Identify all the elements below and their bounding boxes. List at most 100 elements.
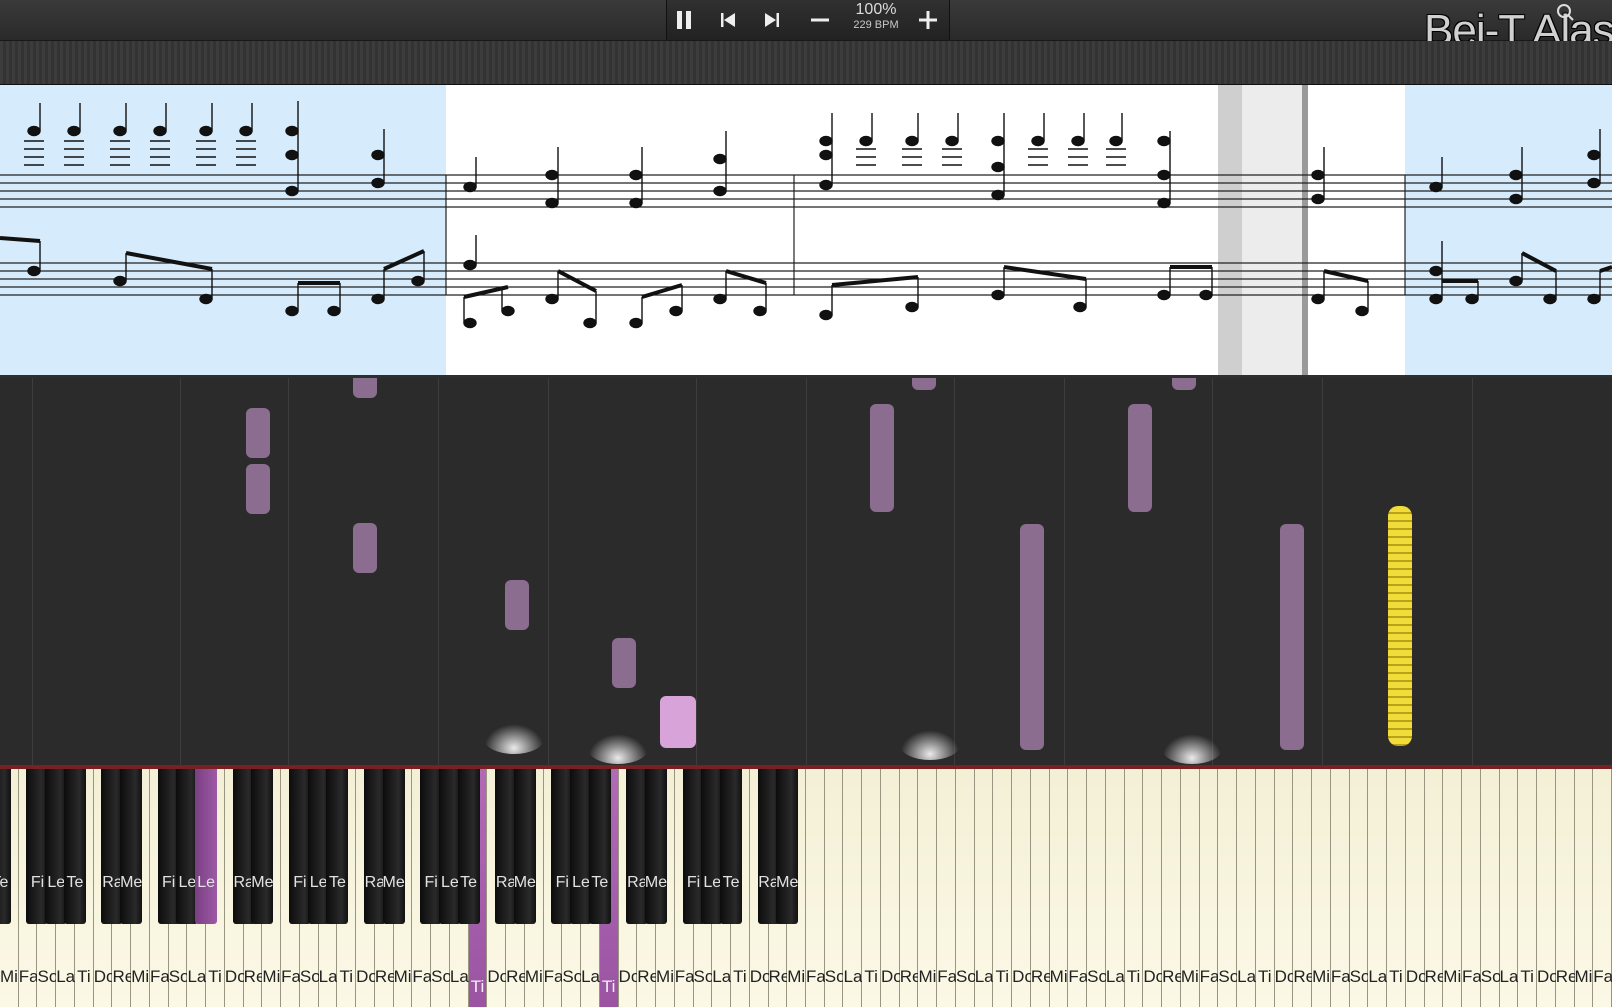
key-label: La [56,967,76,986]
key-label: Do [1537,967,1559,986]
white-key-ti[interactable]: Ti [993,769,1013,1007]
key-label: So [1349,967,1371,986]
black-key-te[interactable]: Le [195,769,218,924]
white-key-fa[interactable]: Fa [806,769,826,1007]
key-label: Do [356,967,378,986]
white-key-so[interactable]: So [1087,769,1108,1007]
search-icon[interactable] [1540,2,1612,24]
key-label: Do [749,967,772,986]
skip-forward-icon [765,13,779,27]
white-key-do[interactable]: Do [1012,769,1034,1007]
octave-gridline [438,378,439,765]
key-label: Fa [1462,967,1482,986]
white-key-re[interactable]: Re [1030,769,1053,1007]
white-key-fa[interactable]: Fa [1593,769,1612,1007]
top-right-icons [1540,2,1612,24]
white-key-re[interactable]: Re [1162,769,1184,1007]
white-key-do[interactable]: Do [880,769,903,1007]
key-label: Do [1012,967,1034,986]
black-key-te[interactable]: Te [720,769,743,924]
white-key-la[interactable]: La [1499,769,1518,1007]
white-key-re[interactable]: Re [1293,769,1315,1007]
key-label: Do [487,967,510,986]
black-key-me[interactable]: Me [514,769,536,924]
key-label: La [318,967,338,986]
key-label: So [1218,967,1240,986]
timeline-strip[interactable] [0,41,1612,85]
white-key-re[interactable]: Re [1555,769,1578,1007]
white-key-la[interactable]: La [843,769,862,1007]
black-key-te[interactable]: Te [63,769,86,924]
key-label: Me [513,874,536,891]
plus-icon [919,11,937,29]
key-label: Mi [918,967,937,986]
note-roll [0,378,1612,765]
black-key-te[interactable]: Te [326,769,349,924]
black-key-me[interactable]: Me [645,769,667,924]
white-key-fa[interactable]: Fa [1330,769,1351,1007]
hit-sparkle [900,730,960,760]
black-key-me[interactable]: Me [251,769,274,924]
black-key-te[interactable]: Te [0,769,11,924]
white-key-mi[interactable]: Mi [1312,769,1331,1007]
key-label: Me [644,874,668,891]
black-key-te[interactable]: Te [588,769,611,924]
black-key-me[interactable]: Me [383,769,405,924]
white-key-so[interactable]: So [1349,769,1371,1007]
white-key-fa[interactable]: Fa [1199,769,1219,1007]
octave-gridline [1472,378,1473,765]
key-label: Re [1162,967,1184,986]
slower-button[interactable] [803,6,837,34]
white-key-ti[interactable]: Ti [1255,769,1275,1007]
white-key-ti[interactable]: Ti [1124,769,1144,1007]
key-label: So [168,967,190,986]
white-key-la[interactable]: La [1368,769,1387,1007]
key-label: Mi [0,967,18,986]
white-key-do[interactable]: Do [1143,769,1166,1007]
next-button[interactable] [755,6,789,34]
white-key-fa[interactable]: Fa [1462,769,1482,1007]
white-key-mi[interactable]: Mi [1443,769,1463,1007]
white-key-fa[interactable]: Fa [1068,769,1088,1007]
key-label: Re [112,967,135,986]
white-key-ti[interactable]: Ti [862,769,881,1007]
falling-note [1280,524,1304,750]
white-key-fa[interactable]: Fa [937,769,957,1007]
black-key-me[interactable]: Me [776,769,798,924]
white-key-mi[interactable]: Mi [918,769,938,1007]
white-key-la[interactable]: La [1237,769,1256,1007]
black-key-me[interactable]: Me [120,769,142,924]
white-key-so[interactable]: So [1218,769,1240,1007]
key-label: Fa [281,967,301,986]
white-key-la[interactable]: La [974,769,994,1007]
octave-gridline [548,378,549,765]
white-key-do[interactable]: Do [1405,769,1428,1007]
key-label: Mi [262,967,281,986]
white-key-re[interactable]: Re [1424,769,1446,1007]
hit-sparkle [588,734,648,764]
white-key-so[interactable]: So [1480,769,1502,1007]
previous-button[interactable] [711,6,745,34]
white-key-mi[interactable]: Mi [1574,769,1594,1007]
key-label: Do [1143,967,1166,986]
key-label: Fa [149,967,170,986]
white-key-re[interactable]: Re [899,769,921,1007]
pause-button[interactable] [667,6,701,34]
key-label: Mi [1443,967,1462,986]
white-key-mi[interactable]: Mi [1180,769,1200,1007]
black-key-te[interactable]: Te [457,769,480,924]
white-key-do[interactable]: Do [1537,769,1559,1007]
hit-sparkle [1162,734,1222,764]
white-key-ti[interactable]: Ti [1518,769,1537,1007]
falling-note [870,404,894,512]
white-key-do[interactable]: Do [1274,769,1296,1007]
white-key-so[interactable]: So [824,769,846,1007]
key-label: La [1368,967,1388,986]
white-key-mi[interactable]: Mi [1049,769,1069,1007]
white-key-la[interactable]: La [1105,769,1125,1007]
white-key-ti[interactable]: Ti [1387,769,1406,1007]
key-label: So [299,967,321,986]
white-key-so[interactable]: So [955,769,977,1007]
key-label: So [1087,967,1108,986]
faster-button[interactable] [911,6,945,34]
